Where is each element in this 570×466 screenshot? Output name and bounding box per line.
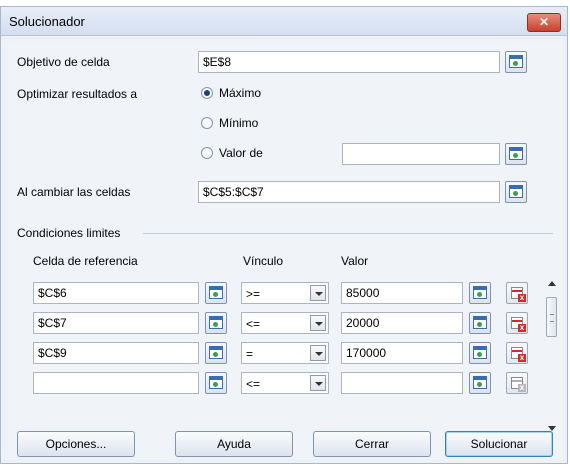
close-button[interactable]: Cerrar xyxy=(313,431,431,457)
header-link: Vínculo xyxy=(243,254,284,268)
constraint-cell-input[interactable]: $C$6 xyxy=(33,282,199,304)
shrink-dialog-icon xyxy=(509,147,523,160)
header-value: Valor xyxy=(341,254,369,268)
constraint-value-input[interactable]: 85000 xyxy=(341,282,463,304)
constraint-operator-select[interactable]: <= xyxy=(241,312,329,334)
radio-maximum[interactable] xyxy=(201,87,213,99)
dialog-title: Solucionador xyxy=(9,14,85,29)
solve-button[interactable]: Solucionar xyxy=(445,431,553,457)
constraint-value-shrink-button[interactable] xyxy=(469,372,491,394)
help-button[interactable]: Ayuda xyxy=(175,431,293,457)
constraint-cell-shrink-button[interactable] xyxy=(205,372,227,394)
chevron-down-icon[interactable] xyxy=(310,285,326,301)
objective-shrink-button[interactable] xyxy=(505,51,527,73)
changing-cells-input[interactable]: $C$5:$C$7 xyxy=(198,181,500,203)
constraints-group-label: Condiciones limites xyxy=(17,226,121,240)
shrink-dialog-icon xyxy=(209,376,223,389)
constraint-operator-select[interactable]: = xyxy=(241,342,329,364)
constraint-value-input[interactable]: 20000 xyxy=(341,312,463,334)
title-bar: Solucionador ✕ xyxy=(1,7,567,36)
shrink-dialog-icon xyxy=(473,376,487,389)
constraint-cell-shrink-button[interactable] xyxy=(205,342,227,364)
header-cell-reference: Celda de referencia xyxy=(33,254,138,268)
constraint-operator-select[interactable]: <= xyxy=(241,372,329,394)
constraint-cell-input[interactable] xyxy=(33,372,199,394)
operator-value: = xyxy=(246,347,254,361)
shrink-dialog-icon xyxy=(509,185,523,198)
objective-cell-input[interactable]: $E$8 xyxy=(198,51,500,73)
scroll-thumb[interactable] xyxy=(546,297,557,337)
close-icon: ✕ xyxy=(538,15,550,29)
constraint-cell-shrink-button[interactable] xyxy=(205,282,227,304)
objective-label: Objetivo de celda xyxy=(17,55,110,69)
value-of-shrink-button[interactable] xyxy=(505,143,527,165)
constraint-value-shrink-button[interactable] xyxy=(469,312,491,334)
dialog-body: Objetivo de celda $E$8 Optimizar resulta… xyxy=(7,41,562,459)
constraint-cell-input[interactable]: $C$9 xyxy=(33,342,199,364)
constraint-cell-shrink-button[interactable] xyxy=(205,312,227,334)
radio-minimum[interactable] xyxy=(201,117,213,129)
constraints-scrollbar[interactable] xyxy=(545,277,559,435)
shrink-dialog-icon xyxy=(209,346,223,359)
group-divider xyxy=(143,233,553,234)
constraint-cell-input[interactable]: $C$7 xyxy=(33,312,199,334)
constraint-value-shrink-button[interactable] xyxy=(469,342,491,364)
radio-minimum-label[interactable]: Mínimo xyxy=(219,116,258,130)
delete-constraint-button[interactable]: x xyxy=(506,282,528,304)
operator-value: <= xyxy=(246,317,261,331)
delete-constraint-button[interactable]: x xyxy=(506,342,528,364)
operator-value: >= xyxy=(246,287,261,301)
shrink-dialog-icon xyxy=(209,286,223,299)
delete-constraint-button[interactable]: x xyxy=(506,312,528,334)
shrink-dialog-icon xyxy=(473,286,487,299)
options-button[interactable]: Opciones... xyxy=(17,431,135,457)
chevron-down-icon[interactable] xyxy=(310,315,326,331)
radio-value-of-label[interactable]: Valor de xyxy=(219,146,263,160)
optimize-label: Optimizar resultados a xyxy=(17,87,138,101)
delete-constraint-button[interactable]: x xyxy=(506,372,528,394)
solver-dialog: Solucionador ✕ Objetivo de celda $E$8 Op… xyxy=(0,6,568,464)
chevron-down-icon[interactable] xyxy=(310,345,326,361)
shrink-dialog-icon xyxy=(509,55,523,68)
changing-cells-label: Al cambiar las celdas xyxy=(17,185,131,199)
changing-cells-shrink-button[interactable] xyxy=(505,181,527,203)
close-window-button[interactable]: ✕ xyxy=(527,13,561,32)
shrink-dialog-icon xyxy=(209,316,223,329)
constraint-operator-select[interactable]: >= xyxy=(241,282,329,304)
radio-maximum-label[interactable]: Máximo xyxy=(219,86,261,100)
constraint-value-input[interactable] xyxy=(341,372,463,394)
constraint-value-input[interactable]: 170000 xyxy=(341,342,463,364)
chevron-down-icon[interactable] xyxy=(310,375,326,391)
operator-value: <= xyxy=(246,377,261,391)
shrink-dialog-icon xyxy=(473,346,487,359)
radio-value-of[interactable] xyxy=(201,147,213,159)
scroll-up-icon[interactable] xyxy=(548,281,556,286)
shrink-dialog-icon xyxy=(473,316,487,329)
constraint-value-shrink-button[interactable] xyxy=(469,282,491,304)
value-of-input[interactable] xyxy=(342,143,500,165)
